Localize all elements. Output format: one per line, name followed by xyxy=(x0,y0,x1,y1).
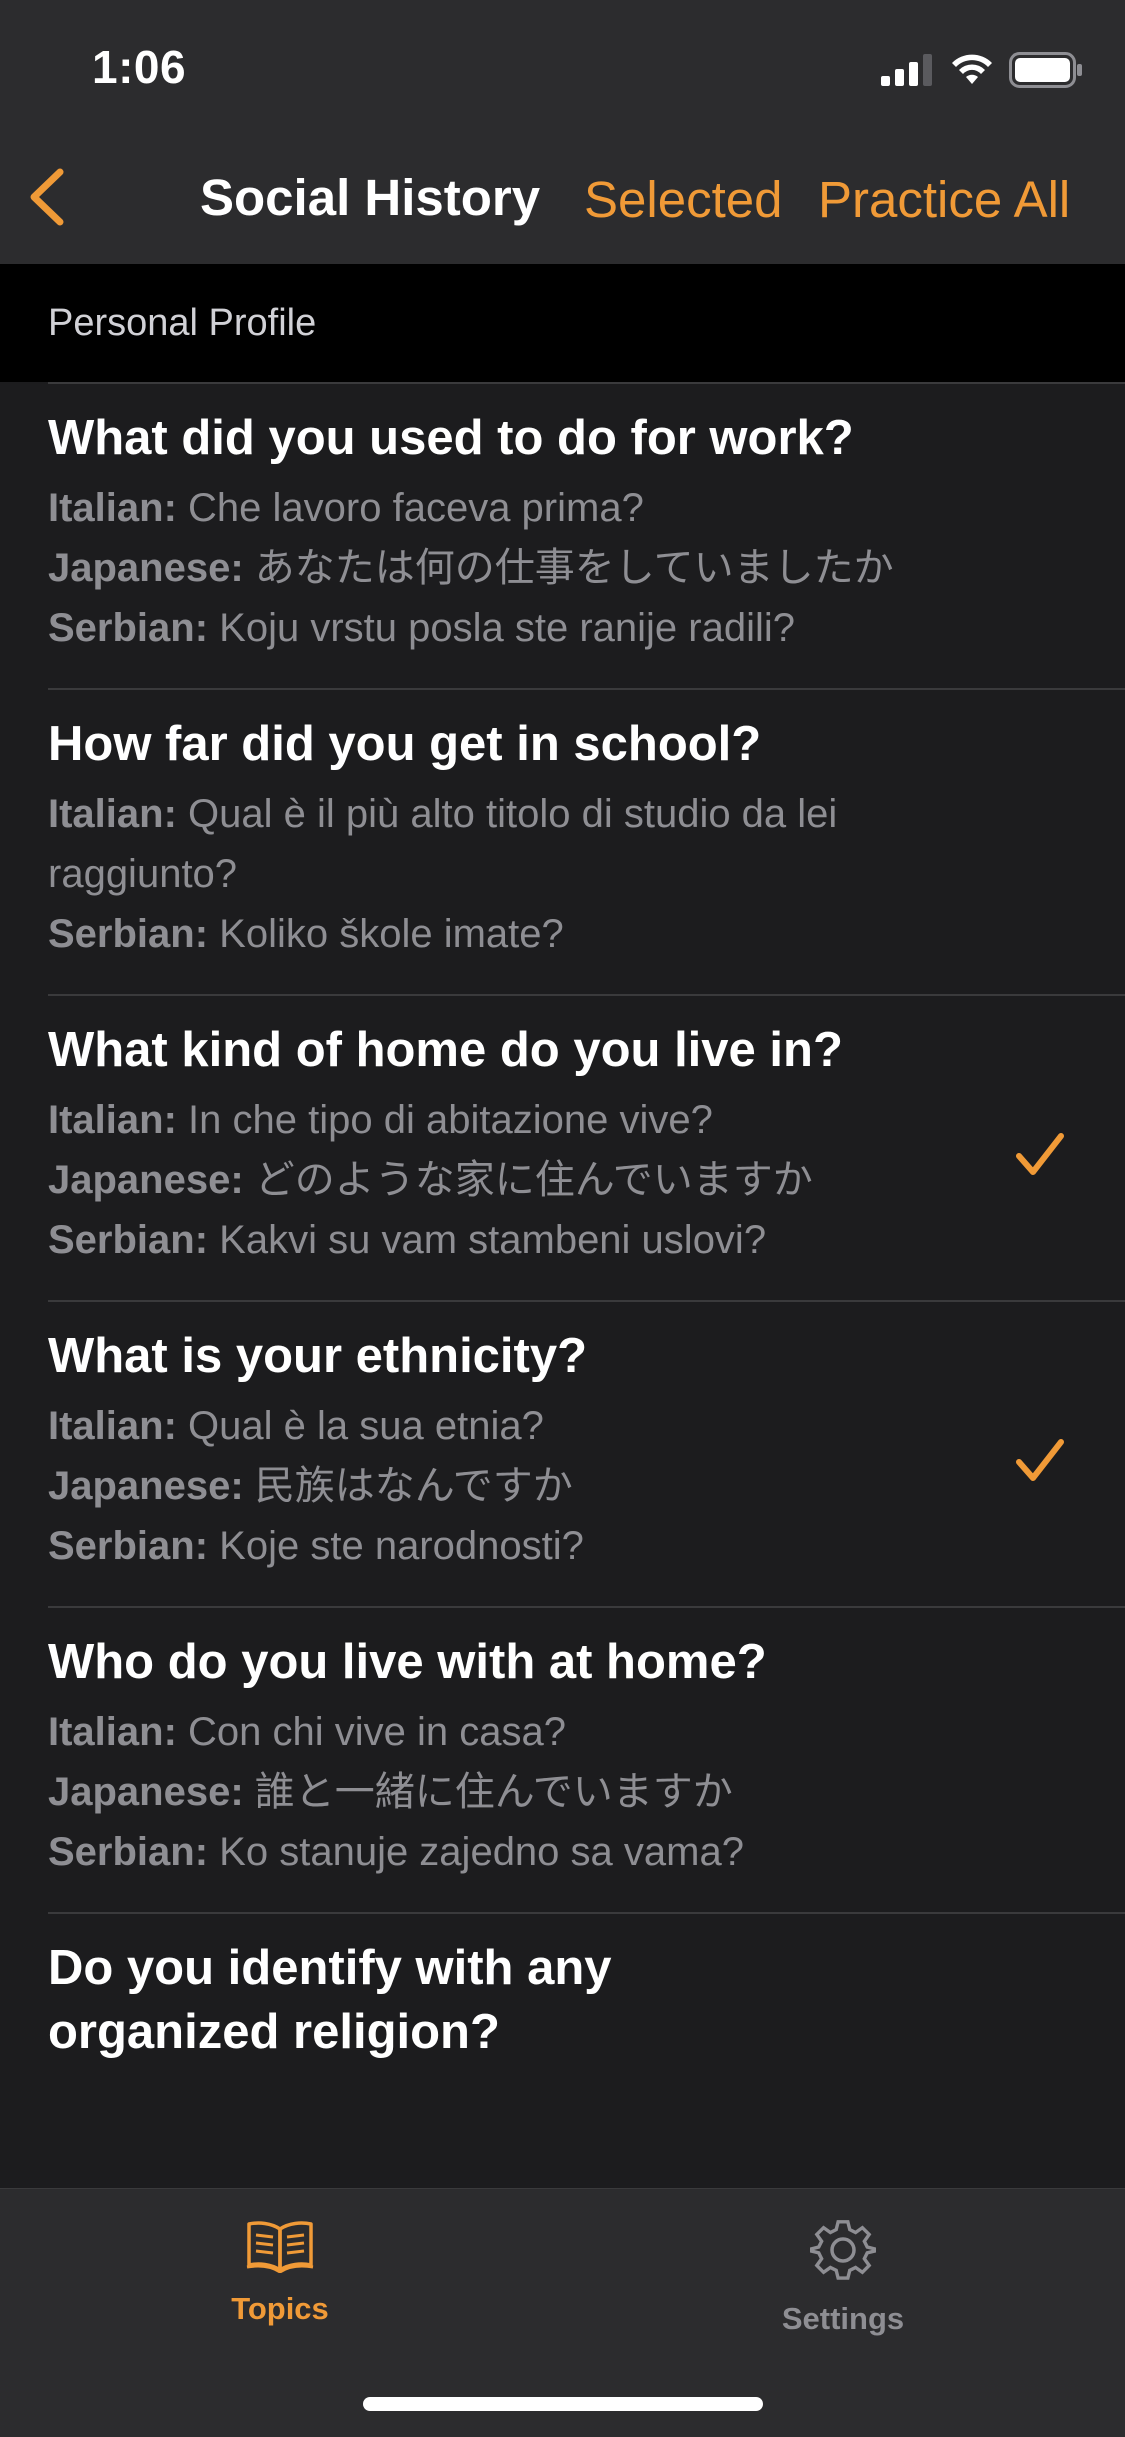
home-indicator[interactable] xyxy=(363,2397,763,2411)
language-label: Serbian: xyxy=(48,1524,209,1568)
list-item[interactable]: What is your ethnicity? Italian: Qual è … xyxy=(48,1300,1125,1606)
cellular-signal-icon xyxy=(881,54,932,86)
list-item[interactable]: What kind of home do you live in? Italia… xyxy=(48,994,1125,1300)
list-item[interactable]: How far did you get in school? Italian: … xyxy=(48,688,1125,994)
translation-japanese: Japanese: どのような家に住んでいますか xyxy=(48,1158,813,1202)
language-label: Japanese: xyxy=(48,1464,244,1508)
selected-button[interactable]: Selected xyxy=(584,170,782,229)
question-text: Do you identify with any organized relig… xyxy=(48,1941,612,2059)
tab-topics[interactable]: Topics xyxy=(150,2217,410,2327)
question-text: What did you used to do for work? xyxy=(48,411,854,465)
translation-serbian: Serbian: Koje ste narodnosti? xyxy=(48,1524,584,1568)
translation-japanese: Japanese: 民族はなんですか xyxy=(48,1464,573,1508)
navigation-bar: 1:06 Social History Selected Practice Al… xyxy=(0,0,1125,264)
book-icon xyxy=(246,2221,314,2273)
section-header: Personal Profile xyxy=(0,264,1125,382)
list-item[interactable]: Do you identify with any organized relig… xyxy=(48,1912,1125,2102)
language-label: Japanese: xyxy=(48,1158,244,1202)
question-text: What kind of home do you live in? xyxy=(48,1023,843,1077)
practice-all-button[interactable]: Practice All xyxy=(818,170,1070,229)
translation-italian: Italian: Che lavoro faceva prima? xyxy=(48,486,644,530)
translation-serbian: Serbian: Koliko škole imate? xyxy=(48,912,564,956)
translation-italian: Italian: Con chi vive in casa? xyxy=(48,1710,566,1754)
tab-topics-label: Topics xyxy=(231,2291,329,2326)
translation-italian: Italian: Qual è la sua etnia? xyxy=(48,1404,544,1448)
tab-settings[interactable]: Settings xyxy=(713,2217,973,2337)
language-label: Japanese: xyxy=(48,1770,244,1814)
checkmark-icon xyxy=(1016,1439,1064,1481)
translation-italian: Italian: In che tipo di abitazione vive? xyxy=(48,1098,713,1142)
battery-icon xyxy=(1009,52,1082,88)
language-label: Italian: xyxy=(48,486,177,530)
gear-icon xyxy=(810,2220,876,2280)
wifi-icon xyxy=(952,54,992,84)
question-text: What is your ethnicity? xyxy=(48,1329,588,1383)
question-list: What did you used to do for work? Italia… xyxy=(0,382,1125,2188)
language-label: Serbian: xyxy=(48,606,209,650)
checkmark-icon xyxy=(1016,1133,1064,1175)
tab-settings-label: Settings xyxy=(781,2301,905,2336)
language-label: Serbian: xyxy=(48,912,209,956)
language-label: Serbian: xyxy=(48,1218,209,1262)
back-button[interactable] xyxy=(22,162,72,232)
status-icons xyxy=(881,50,1083,90)
translation-japanese: Japanese: あなたは何の仕事をしていましたか xyxy=(48,546,894,590)
language-label: Italian: xyxy=(48,1098,177,1142)
translation-serbian: Serbian: Koju vrstu posla ste ranije rad… xyxy=(48,606,796,650)
list-item[interactable]: Who do you live with at home? Italian: C… xyxy=(48,1606,1125,1912)
question-text: How far did you get in school? xyxy=(48,717,762,771)
question-text: Who do you live with at home? xyxy=(48,1635,767,1689)
list-item[interactable]: What did you used to do for work? Italia… xyxy=(48,382,1125,688)
language-label: Italian: xyxy=(48,792,177,836)
language-label: Italian: xyxy=(48,1404,177,1448)
translation-italian: Italian: Qual è il più alto titolo di st… xyxy=(48,792,838,896)
translation-japanese: Japanese: 誰と一緒に住んでいますか xyxy=(48,1770,733,1814)
translation-serbian: Serbian: Ko stanuje zajedno sa vama? xyxy=(48,1830,744,1874)
language-label: Japanese: xyxy=(48,546,244,590)
status-time: 1:06 xyxy=(92,41,187,93)
language-label: Italian: xyxy=(48,1710,177,1754)
translation-serbian: Serbian: Kakvi su vam stambeni uslovi? xyxy=(48,1218,767,1262)
language-label: Serbian: xyxy=(48,1830,209,1874)
chevron-left-icon xyxy=(30,168,64,226)
section-title: Personal Profile xyxy=(48,302,317,344)
page-title: Social History xyxy=(200,169,541,226)
